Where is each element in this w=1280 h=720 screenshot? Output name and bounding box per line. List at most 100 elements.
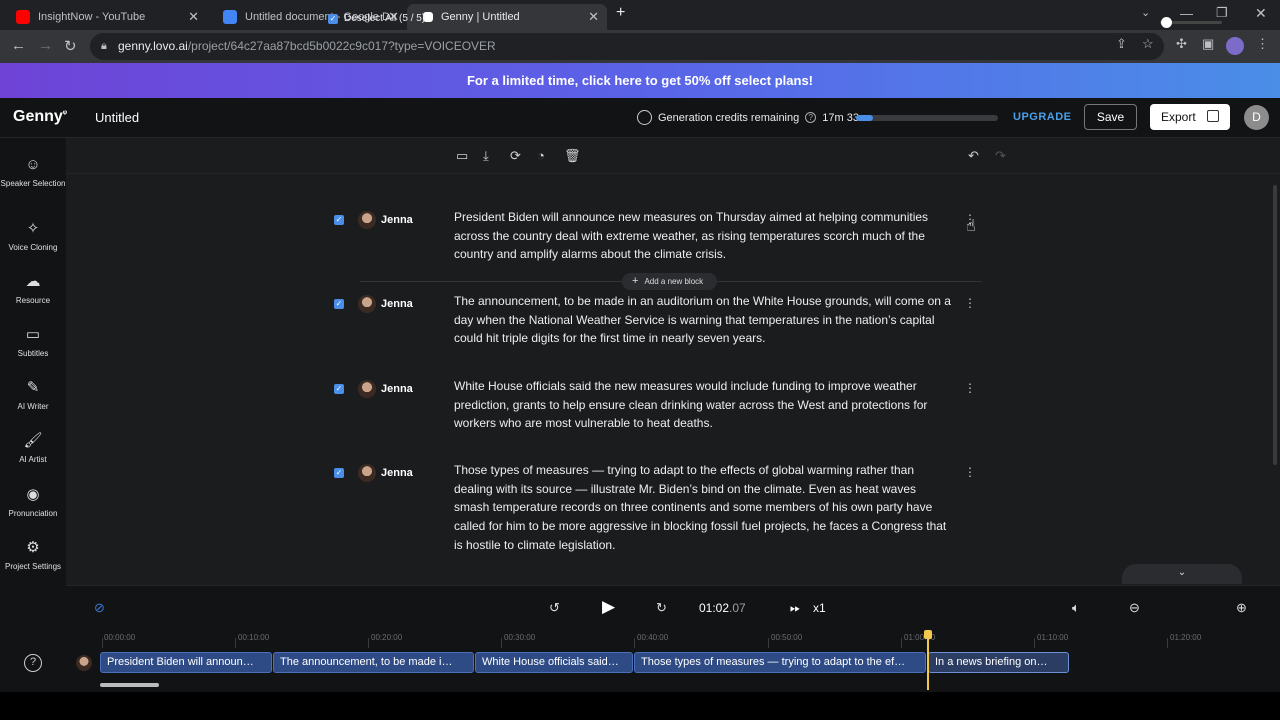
playback-speed[interactable]: x1 [813,601,826,615]
close-tab-icon[interactable]: ✕ [188,9,199,25]
user-avatar[interactable]: D [1244,105,1269,130]
logo-mark-icon: ᵠ [62,108,68,118]
help-icon[interactable]: ? [24,654,42,672]
undo-icon[interactable]: ↶ [968,148,979,164]
ai-writer-icon: ✎ [26,379,40,396]
deselect-all-checkbox[interactable]: ✓ Deselect All (5 / 5) [328,13,425,24]
playhead[interactable] [927,632,929,690]
block-text[interactable]: White House officials said the new measu… [454,377,954,433]
block-checkbox[interactable]: ✓ [334,468,344,478]
sidebar-item-label: Pronunciation [8,509,58,518]
redo-icon[interactable]: ↷ [995,148,1006,164]
speed-icon[interactable]: ◔ [537,148,545,163]
restore-icon[interactable]: ❐ [1216,5,1228,21]
speaker-name[interactable]: Jenna [381,214,413,226]
tab-genny[interactable]: Genny | Untitled ✕ [407,4,607,30]
genny-logo[interactable]: Gennyᵠ [13,108,67,126]
fast-forward-icon[interactable]: ⏩︎ [790,600,800,616]
sidebar-item-pronunciation[interactable]: ◉ Pronunciation [0,486,66,519]
share-icon[interactable]: ⇪ [1116,36,1127,52]
forward-icon[interactable]: → [38,37,53,54]
speaker-avatar[interactable] [358,211,376,229]
export-button[interactable]: Export [1150,104,1230,130]
more-options-icon[interactable]: ⋮ [964,296,976,310]
collapse-timeline-button[interactable]: ⌄ [1122,564,1242,584]
profile-avatar[interactable] [1226,37,1244,55]
zoom-out-icon[interactable]: ⊖ [1129,600,1140,616]
editor-scrollbar[interactable] [1273,185,1277,465]
tab-search-chevron-icon[interactable]: ⌄ [1141,6,1150,19]
timeline-link-icon[interactable]: ⊘ [94,600,105,616]
sidebar-item-voice-cloning[interactable]: ✧ Voice Cloning [0,220,66,253]
promo-banner[interactable]: For a limited time, click here to get 50… [0,63,1280,98]
timeline-clip[interactable]: Those types of measures — trying to adap… [634,652,926,673]
speaker-avatar[interactable] [358,464,376,482]
close-window-icon[interactable]: ✕ [1255,5,1267,22]
timeline-clip[interactable]: In a news briefing on… [928,652,1069,673]
timeline-clip[interactable]: White House officials said… [475,652,633,673]
block-checkbox[interactable]: ✓ [334,215,344,225]
tick-line [1034,638,1035,648]
timeline-scrollbar[interactable] [100,683,159,687]
comment-icon[interactable]: ▭ [456,148,468,164]
zoom-in-icon[interactable]: ⊕ [1236,600,1247,616]
regenerate-icon[interactable]: ⟳ [510,148,521,164]
close-tab-icon[interactable]: ✕ [588,9,599,25]
trash-icon[interactable]: 🗑︎ [564,148,581,164]
extensions-icon[interactable]: ✣ [1176,36,1187,52]
back-icon[interactable]: ← [11,37,26,54]
play-icon[interactable]: ▶ [602,597,615,617]
save-button[interactable]: Save [1084,104,1137,130]
timeline-clip[interactable]: President Biden will announ… [100,652,272,673]
mouse-cursor-icon: ☝︎ [966,218,976,235]
speaker-avatar[interactable] [358,380,376,398]
add-block-button[interactable]: + Add a new block [622,273,717,290]
left-sidebar: ☺ Speaker Selection ✧ Voice Cloning ☁ Resou… [0,138,66,692]
zoom-slider-knob[interactable] [1161,17,1172,28]
sidebar-item-ai-artist[interactable]: 🖌︎ AI Artist [0,432,66,465]
sidebar-item-resource[interactable]: ☁ Resource [0,273,66,306]
more-options-icon[interactable]: ⋮ [964,465,976,479]
minimize-icon[interactable]: — [1180,6,1193,21]
rewind-icon[interactable]: ↺ [549,600,560,616]
speaker-selection-icon: ☺ [25,156,41,173]
url-input[interactable]: 🔒︎ genny.lovo.ai/project/64c27aa87bcd5b0… [90,33,1164,60]
tick-label: 00:20:00 [371,633,403,642]
timeline-speaker-avatar[interactable] [76,655,92,671]
reload-icon[interactable]: ↻ [64,37,77,55]
time-ms: .07 [729,601,746,615]
block-checkbox[interactable]: ✓ [334,384,344,394]
credits-progress-fill [856,115,874,121]
side-panel-icon[interactable]: ▣ [1202,36,1214,52]
timeline-clip[interactable]: The announcement, to be made i… [273,652,474,673]
timeline: 00:00:00 00:10:00 00:20:00 00:30:00 00:4… [66,630,1280,692]
sidebar-item-subtitles[interactable]: ▭ Subtitles [0,326,66,359]
resource-icon: ☁ [25,273,41,290]
speaker-avatar[interactable] [358,295,376,313]
sidebar-item-label: Project Settings [4,562,62,571]
block-text[interactable]: Those types of measures — trying to adap… [454,461,954,555]
info-icon[interactable]: ? [805,112,817,123]
speaker-name[interactable]: Jenna [381,383,413,395]
block-checkbox[interactable]: ✓ [334,299,344,309]
browser-menu-icon[interactable]: ⋮ [1256,36,1269,52]
more-options-icon[interactable]: ⋮ [964,381,976,395]
speaker-name[interactable]: Jenna [381,467,413,479]
block-text[interactable]: President Biden will announce new measur… [454,208,954,264]
tab-youtube[interactable]: InsightNow - YouTube ✕ [0,4,207,30]
sidebar-item-project-settings[interactable]: ⚙ Project Settings [0,539,66,572]
bookmark-star-icon[interactable]: ☆ [1142,36,1154,52]
lock-icon: 🔒︎ [101,40,107,52]
sidebar-item-speaker-selection[interactable]: ☺ Speaker Selection [0,156,66,189]
block-text[interactable]: The announcement, to be made in an audit… [454,292,954,348]
youtube-favicon-icon [16,10,30,24]
new-tab-icon[interactable]: + [616,4,625,22]
upgrade-link[interactable]: UPGRADE [1013,111,1072,123]
forward-skip-icon[interactable]: ↻ [656,600,667,616]
sidebar-item-ai-writer[interactable]: ✎ AI Writer [0,379,66,412]
download-icon[interactable]: ⤓ [483,148,489,164]
project-title[interactable]: Untitled [95,110,139,125]
volume-icon[interactable]: 🔈︎ [1072,600,1080,616]
speaker-name[interactable]: Jenna [381,298,413,310]
deselect-label: Deselect All (5 / 5) [344,13,426,24]
